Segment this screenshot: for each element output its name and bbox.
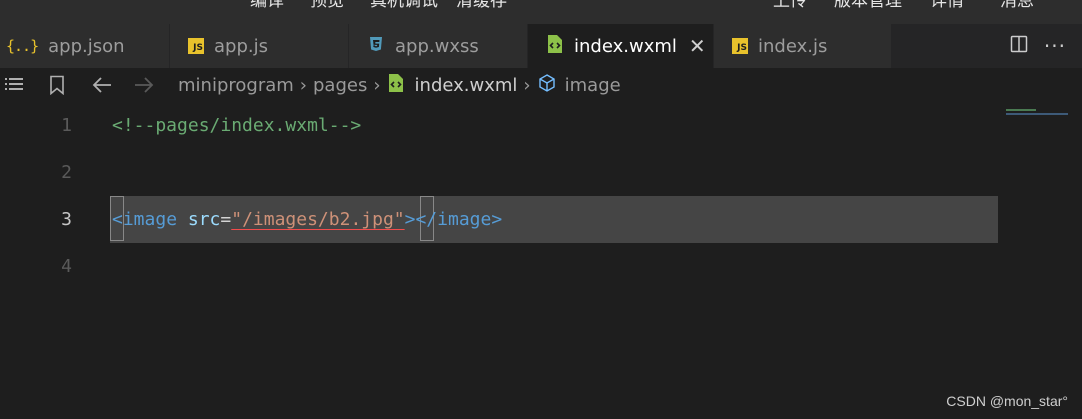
tag-name: image bbox=[437, 209, 492, 230]
tab-index-wxml[interactable]: index.wxml ✕ bbox=[528, 24, 714, 68]
tab-app-json[interactable]: {..} app.json bbox=[0, 24, 170, 68]
code-line: 1 <!--pages/index.wxml--> bbox=[0, 102, 1082, 149]
tag-bracket: ></ bbox=[404, 209, 438, 230]
chevron-right-icon: › bbox=[523, 74, 531, 96]
tab-label: app.json bbox=[48, 35, 125, 57]
code-content: <image src="/images/b2.jpg"></image> bbox=[112, 196, 502, 243]
chevron-right-icon: › bbox=[373, 74, 381, 96]
line-number: 2 bbox=[61, 162, 72, 183]
clear-cache-button[interactable]: 清缓存 bbox=[456, 0, 507, 11]
cube-symbol-icon bbox=[537, 73, 557, 98]
breadcrumb-item-image[interactable]: image bbox=[565, 75, 621, 96]
js-file-icon: JS bbox=[188, 38, 204, 54]
tab-index-js[interactable]: JS index.js bbox=[714, 24, 892, 68]
tab-app-wxss[interactable]: app.wxss bbox=[349, 24, 528, 68]
code-editor[interactable]: 1 <!--pages/index.wxml--> 2 3 <image src… bbox=[0, 102, 1082, 419]
bookmark-icon[interactable] bbox=[49, 75, 65, 99]
close-icon[interactable]: ✕ bbox=[689, 36, 706, 56]
attribute-name: src bbox=[187, 209, 221, 230]
tag-bracket: < bbox=[112, 209, 123, 230]
tab-label: index.js bbox=[758, 35, 828, 57]
more-actions-icon[interactable]: ··· bbox=[1044, 36, 1066, 56]
tag-bracket: > bbox=[491, 209, 503, 230]
breadcrumb-bar: miniprogram › pages › index.wxml › image bbox=[0, 68, 1082, 102]
breadcrumb-item-pages[interactable]: pages bbox=[313, 75, 367, 96]
attribute-value: "/images/b2.jpg" bbox=[231, 209, 405, 230]
breadcrumb: miniprogram › pages › index.wxml › image bbox=[178, 68, 621, 102]
breadcrumb-item-miniprogram[interactable]: miniprogram bbox=[178, 75, 294, 96]
compile-button[interactable]: 编译 bbox=[250, 0, 284, 11]
watermark: CSDN @mon_star° bbox=[946, 393, 1068, 409]
upload-button[interactable]: 上传 bbox=[773, 0, 807, 11]
tab-label: app.js bbox=[214, 35, 268, 57]
json-file-icon: {..} bbox=[6, 37, 39, 55]
details-button[interactable]: 详情 bbox=[930, 0, 964, 11]
line-number: 4 bbox=[61, 256, 72, 277]
version-management-button[interactable]: 版本管理 bbox=[834, 0, 902, 11]
line-number: 1 bbox=[61, 115, 72, 136]
code-line: 4 bbox=[0, 243, 1082, 290]
js-file-icon: JS bbox=[732, 38, 748, 54]
code-line: 2 bbox=[0, 149, 1082, 196]
breadcrumb-item-index-wxml[interactable]: index.wxml bbox=[415, 75, 518, 96]
line-number: 3 bbox=[61, 209, 72, 230]
messages-button[interactable]: 消息 bbox=[1000, 0, 1034, 11]
tag-name: image bbox=[122, 209, 178, 230]
editor-tab-bar: {..} app.json JS app.js app.wxss index.w… bbox=[0, 24, 1082, 68]
css-file-icon bbox=[367, 35, 385, 57]
top-toolbar: 编译 预览 真机调试 清缓存 上传 版本管理 详情 消息 bbox=[0, 0, 1082, 24]
split-editor-icon[interactable] bbox=[1010, 35, 1028, 57]
code-comment: <!--pages/index.wxml--> bbox=[112, 115, 362, 136]
tab-actions: ··· bbox=[1010, 24, 1082, 68]
code-line: 3 <image src="/images/b2.jpg"></image> bbox=[0, 196, 1082, 243]
forward-arrow-icon[interactable] bbox=[133, 75, 155, 99]
outline-list-icon[interactable] bbox=[4, 75, 24, 99]
equals-sign: = bbox=[220, 209, 232, 230]
wxml-file-icon bbox=[387, 73, 405, 98]
tab-label: index.wxml bbox=[574, 35, 677, 57]
preview-button[interactable]: 预览 bbox=[310, 0, 344, 11]
tab-label: app.wxss bbox=[395, 35, 479, 57]
back-arrow-icon[interactable] bbox=[91, 75, 113, 99]
chevron-right-icon: › bbox=[299, 74, 307, 96]
wxml-file-icon bbox=[546, 34, 564, 58]
tab-app-js[interactable]: JS app.js bbox=[170, 24, 349, 68]
device-debug-button[interactable]: 真机调试 bbox=[370, 0, 438, 11]
